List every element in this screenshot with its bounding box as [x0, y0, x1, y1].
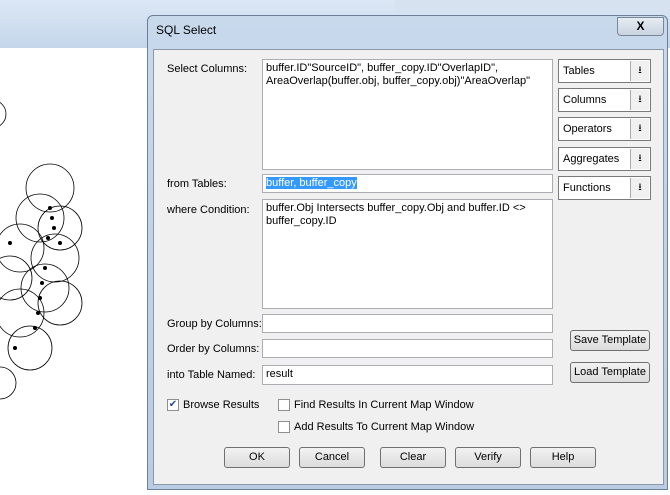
- clear-button[interactable]: Clear: [380, 447, 446, 468]
- dialog-title: SQL Select: [156, 23, 217, 37]
- browse-results-checkbox[interactable]: ✔: [167, 399, 179, 411]
- dropdown-arrow-icon: ⭳: [630, 149, 649, 169]
- where-condition-label: where Condition:: [167, 204, 250, 216]
- tables-dropdown[interactable]: Tables ⭳: [558, 59, 651, 83]
- from-tables-input[interactable]: buffer, buffer_copy: [266, 177, 357, 189]
- find-results-label[interactable]: Find Results In Current Map Window: [294, 399, 474, 411]
- operators-dropdown[interactable]: Operators ⭳: [558, 117, 651, 141]
- into-table-label: into Table Named:: [167, 369, 256, 381]
- save-template-button[interactable]: Save Template: [570, 330, 650, 351]
- columns-dropdown[interactable]: Columns ⭳: [558, 88, 651, 112]
- dropdown-label: Functions: [563, 182, 611, 194]
- into-table-input[interactable]: result: [262, 365, 553, 385]
- browse-results-label[interactable]: Browse Results: [183, 399, 259, 411]
- drawing-toolbar[interactable]: [395, 0, 670, 12]
- map-canvas: [0, 102, 83, 400]
- dropdown-label: Operators: [563, 123, 612, 135]
- aggregates-dropdown[interactable]: Aggregates ⭳: [558, 147, 651, 171]
- dropdown-arrow-icon: ⭳: [630, 178, 649, 198]
- find-results-checkbox[interactable]: [278, 399, 290, 411]
- group-by-label: Group by Columns:: [167, 318, 262, 330]
- dropdown-arrow-icon: ⭳: [630, 61, 649, 81]
- order-by-input[interactable]: [262, 339, 553, 358]
- order-by-label: Order by Columns:: [167, 343, 260, 355]
- select-columns-label: Select Columns:: [167, 63, 248, 75]
- dialog-panel: Select Columns: buffer.ID"SourceID", buf…: [153, 49, 664, 485]
- add-results-label[interactable]: Add Results To Current Map Window: [294, 421, 474, 433]
- select-columns-input[interactable]: buffer.ID"SourceID", buffer_copy.ID"Over…: [262, 59, 553, 170]
- dropdown-label: Tables: [563, 65, 595, 77]
- map-window[interactable]: [0, 48, 150, 492]
- verify-button[interactable]: Verify: [455, 447, 521, 468]
- group-by-input[interactable]: [262, 314, 553, 333]
- functions-dropdown[interactable]: Functions ⭳: [558, 176, 651, 200]
- sql-select-dialog: SQL Select X Select Columns: buffer.ID"S…: [147, 15, 668, 490]
- dropdown-arrow-icon: ⭳: [630, 119, 649, 139]
- dropdown-label: Columns: [563, 94, 607, 106]
- cancel-button[interactable]: Cancel: [299, 447, 365, 468]
- dropdown-arrow-icon: ⭳: [630, 90, 649, 110]
- ok-button[interactable]: OK: [224, 447, 290, 468]
- add-results-checkbox[interactable]: [278, 421, 290, 433]
- where-condition-input[interactable]: buffer.Obj Intersects buffer_copy.Obj an…: [262, 199, 553, 309]
- close-button[interactable]: X: [617, 17, 664, 36]
- dropdown-label: Aggregates: [563, 153, 620, 165]
- help-button[interactable]: Help: [530, 447, 596, 468]
- load-template-button[interactable]: Load Template: [570, 362, 650, 383]
- from-tables-label: from Tables:: [167, 178, 227, 190]
